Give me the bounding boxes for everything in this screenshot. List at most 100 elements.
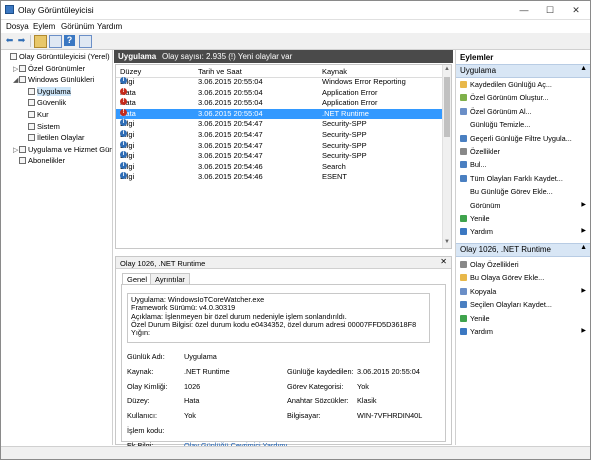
- actions-title: Eylemler: [460, 53, 494, 62]
- forward-arrow-icon[interactable]: ➡: [16, 35, 27, 46]
- folder-up-icon[interactable]: [34, 35, 47, 48]
- action-icon: [460, 148, 467, 155]
- detail-close-icon[interactable]: ✕: [440, 257, 447, 266]
- actions-section-log[interactable]: Uygulama ▲: [456, 64, 590, 78]
- event-table: Düzey Tarih ve Saat Kaynak i Bilgi 3.06.20…: [115, 64, 452, 249]
- tree-item[interactable]: İletilen Olaylar: [22, 133, 85, 143]
- event-count: Olay sayısı: 2.935 (!) Yeni olaylar var: [162, 52, 293, 61]
- action-label: Kaydedilen Günlüğü Aç...: [470, 80, 552, 89]
- minimize-button[interactable]: —: [513, 1, 535, 19]
- close-button[interactable]: ✕: [565, 1, 587, 19]
- tree-item[interactable]: ▷ Özel Görünümler: [13, 64, 85, 74]
- cell-level: i Bilgi: [120, 161, 134, 173]
- action-item[interactable]: Yardım ▶: [460, 326, 588, 337]
- action-item[interactable]: Geçerli Günlüğe Filtre Uygula...: [460, 133, 588, 144]
- table-row[interactable]: i Bilgi 3.06.2015 20:54:47 Security-SPP: [116, 140, 443, 152]
- maximize-button[interactable]: ☐: [539, 1, 561, 19]
- scroll-thumb[interactable]: [444, 77, 450, 137]
- table-row[interactable]: i Bilgi 3.06.2015 20:54:46 ESENT: [116, 172, 443, 183]
- table-row[interactable]: i Bilgi 3.06.2015 20:55:04 Windows Error Re…: [116, 77, 443, 88]
- tree-item[interactable]: Uygulama: [22, 86, 71, 97]
- tree-item[interactable]: ▷Uygulama ve Hizmet Günlük: [13, 145, 112, 155]
- folder-icon: [10, 53, 17, 60]
- cell-date-time: 3.06.2015 20:54:47: [198, 140, 263, 150]
- tree-item-label: Uygulama: [37, 86, 71, 96]
- action-label: Yardım: [470, 227, 493, 237]
- action-item[interactable]: Kopyala ▶: [460, 286, 588, 297]
- field-label: Olay Kimliği:: [127, 381, 168, 391]
- tree-item[interactable]: ◢ Windows Günlükleri: [13, 75, 94, 85]
- show-hide-tree-icon[interactable]: [49, 35, 62, 48]
- help-icon[interactable]: ?: [64, 35, 75, 46]
- event-table-scrollbar[interactable]: ▲ ▼: [442, 65, 451, 248]
- actions-section-event[interactable]: Olay 1026, .NET Runtime ▲: [456, 243, 590, 257]
- field-label: Günlüğe kaydedilen:: [287, 366, 354, 376]
- info-icon: i: [120, 130, 127, 137]
- menu-help[interactable]: Yardım: [97, 22, 122, 31]
- action-item[interactable]: Yenile: [460, 313, 588, 324]
- action-label: Yenile: [470, 214, 490, 223]
- cell-level: i Bilgi: [120, 151, 134, 162]
- cell-date-time: 3.06.2015 20:55:04: [198, 108, 263, 118]
- collapse-icon[interactable]: ▲: [580, 244, 587, 251]
- action-item[interactable]: Özellikler: [460, 146, 588, 157]
- column-date-time[interactable]: Tarih ve Saat: [198, 67, 242, 76]
- action-item[interactable]: Görünüm ▶: [460, 200, 588, 211]
- action-item[interactable]: Seçilen Olayları Kaydet...: [460, 299, 588, 310]
- action-label: Yardım: [470, 327, 493, 336]
- action-item[interactable]: Tüm Olayları Farklı Kaydet...: [460, 173, 588, 184]
- action-label: Özel Görünüm Al...: [470, 106, 532, 116]
- column-level[interactable]: Düzey: [120, 67, 141, 76]
- table-row[interactable]: ! Hata 3.06.2015 20:55:04 Application Error: [116, 98, 443, 109]
- action-icon: [460, 287, 467, 295]
- action-item[interactable]: Günlüğü Temizle...: [460, 119, 588, 130]
- action-item[interactable]: Bu Günlüğe Görev Ekle...: [460, 186, 588, 197]
- cell-date-time: 3.06.2015 20:54:46: [198, 172, 263, 182]
- table-row[interactable]: i Bilgi 3.06.2015 20:54:47 Security-SPP: [116, 130, 443, 141]
- action-item[interactable]: Yenile: [460, 213, 588, 224]
- action-label: Olay Özellikleri: [470, 260, 519, 269]
- action-item[interactable]: Bul...: [460, 159, 588, 170]
- folder-icon: [19, 145, 26, 153]
- section-title: Uygulama: [460, 66, 497, 75]
- field-label: Anahtar Sözcükler:: [287, 396, 349, 406]
- action-item[interactable]: Yardım ▶: [460, 226, 588, 237]
- menu-file[interactable]: Dosya: [6, 22, 29, 31]
- collapse-icon[interactable]: ▲: [580, 65, 587, 72]
- table-row[interactable]: ! Hata 3.06.2015 20:55:04 .NET Runtime: [116, 108, 443, 120]
- tree-item[interactable]: Olay Görüntüleyicisi (Yerel): [4, 52, 110, 62]
- scroll-down-icon[interactable]: ▼: [443, 239, 451, 245]
- action-item[interactable]: Kaydedilen Günlüğü Aç...: [460, 79, 588, 90]
- action-label: Yenile: [470, 313, 490, 323]
- tree-item[interactable]: Kur: [22, 110, 49, 120]
- cell-level: i Bilgi: [120, 140, 134, 152]
- action-item[interactable]: Özel Görünüm Al...: [460, 106, 588, 117]
- action-icon: [460, 274, 467, 282]
- table-row[interactable]: i Bilgi 3.06.2015 20:54:47 Security-SPP: [116, 151, 443, 162]
- tree-item[interactable]: Abonelikler: [13, 156, 65, 166]
- event-description[interactable]: Uygulama: WindowsIoTCoreWatcher.exe Fram…: [127, 293, 430, 343]
- cell-source: Search: [322, 161, 346, 171]
- action-icon: [460, 161, 467, 169]
- menu-view[interactable]: Görünüm: [61, 22, 94, 31]
- action-item[interactable]: Olay Özellikleri: [460, 259, 588, 270]
- menu-action[interactable]: Eylem: [33, 22, 55, 31]
- error-icon: !: [120, 87, 127, 95]
- info-icon: i: [120, 77, 127, 84]
- column-source[interactable]: Kaynak: [322, 67, 347, 76]
- action-item[interactable]: Özel Görünüm Oluştur...: [460, 92, 588, 103]
- tree-item[interactable]: Sistem: [22, 122, 60, 132]
- action-label: Bu Günlüğe Görev Ekle...: [470, 187, 553, 197]
- cell-date-time: 3.06.2015 20:54:46: [198, 161, 263, 171]
- event-viewer-app-icon: [5, 5, 14, 14]
- table-row[interactable]: i Bilgi 3.06.2015 20:54:47 Security-SPP: [116, 119, 443, 130]
- tree-item[interactable]: Güvenlik: [22, 98, 66, 108]
- scroll-up-icon[interactable]: ▲: [443, 66, 451, 72]
- action-item[interactable]: Bu Olaya Görev Ekle...: [460, 272, 588, 283]
- table-row[interactable]: i Bilgi 3.06.2015 20:54:46 Search: [116, 161, 443, 173]
- show-hide-action-pane-icon[interactable]: [79, 35, 92, 48]
- cell-date-time: 3.06.2015 20:54:47: [198, 130, 263, 139]
- back-arrow-icon[interactable]: ⬅: [4, 35, 15, 46]
- cell-source: Application Error: [322, 87, 378, 97]
- table-row[interactable]: ! Hata 3.06.2015 20:55:04 Application Error: [116, 87, 443, 99]
